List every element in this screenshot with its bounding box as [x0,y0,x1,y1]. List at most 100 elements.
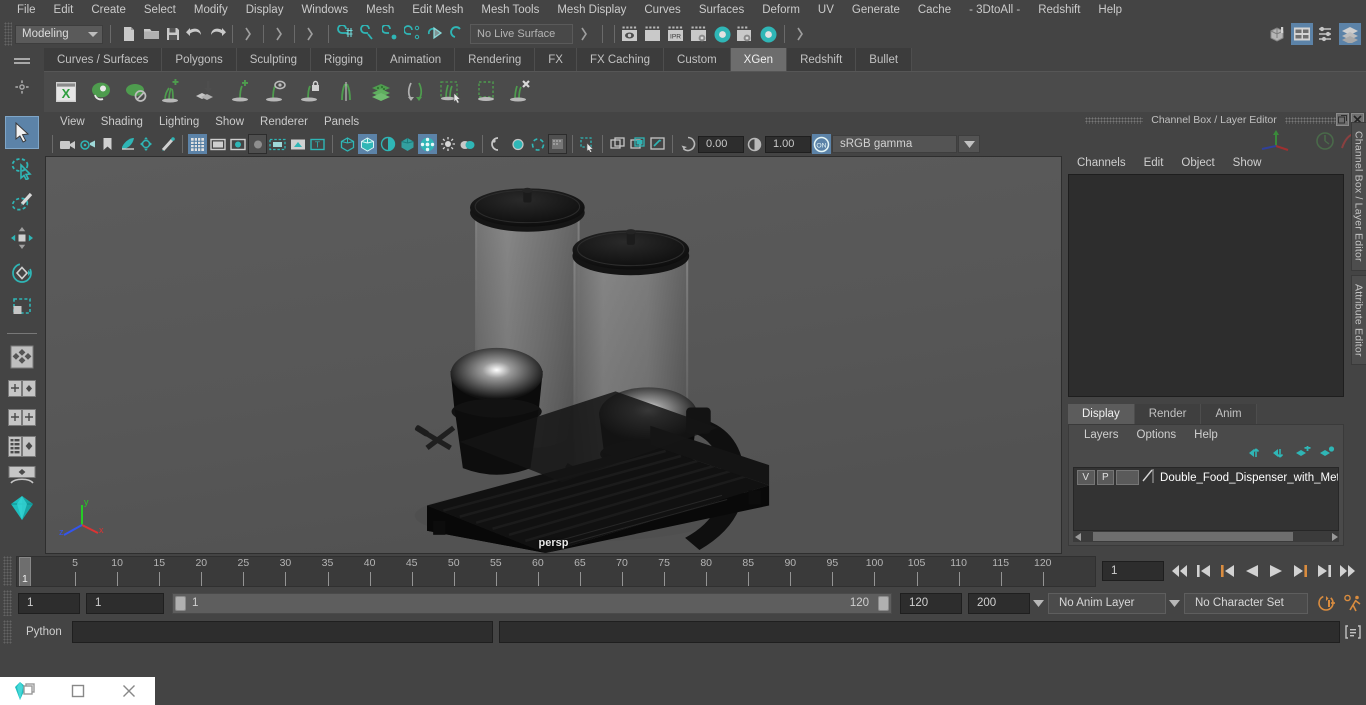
close-window-button[interactable] [103,677,155,705]
snap-to-curve-button[interactable] [358,23,380,45]
range-slider-bar[interactable]: 1 120 [172,592,892,614]
shelf-tab-xgen[interactable]: XGen [730,48,788,71]
speed-gauge-icon[interactable] [1314,130,1336,152]
xgen-editor-icon[interactable]: X [50,75,82,109]
menu-item-mesh-display[interactable]: Mesh Display [548,0,635,20]
anti-alias-button[interactable] [528,134,547,154]
select-object-icon[interactable] [268,23,290,45]
command-input-field[interactable] [71,621,493,643]
hypershade-button[interactable] [711,24,734,45]
gate-mask-button[interactable] [248,134,267,154]
script-language-label[interactable]: Python [12,626,72,638]
menu-item-uv[interactable]: UV [809,0,843,20]
menu-item-surfaces[interactable]: Surfaces [690,0,753,20]
shelf-tab-polygons[interactable]: Polygons [162,48,237,71]
exposure-field[interactable]: 0.00 [698,135,744,153]
textured-display-button[interactable] [418,134,437,154]
viewport-menu-shading[interactable]: Shading [93,112,151,132]
xgen-layers-icon[interactable] [365,75,397,109]
playback-end-time-field[interactable]: 120 [900,592,962,614]
animation-end-time-field[interactable]: 200 [968,592,1030,614]
menu-item-windows[interactable]: Windows [292,0,357,20]
grease-pencil-icon[interactable] [158,134,177,154]
viewport-menu-lighting[interactable]: Lighting [151,112,207,132]
menu-item-curves[interactable]: Curves [635,0,689,20]
menu-item-select[interactable]: Select [135,0,185,20]
shelf-tab-sculpting[interactable]: Sculpting [236,48,312,71]
shelf-tab-rigging[interactable]: Rigging [311,48,378,71]
step-back-frame-button[interactable] [1218,561,1238,581]
snap-to-projected-center-button[interactable] [402,23,424,45]
xgen-lock-guide-icon[interactable] [295,75,327,109]
panel-grip-dots-right[interactable] [1284,116,1343,124]
bookmark-icon[interactable] [98,134,117,154]
viewport-menu-renderer[interactable]: Renderer [252,112,316,132]
select-component-icon[interactable] [299,23,321,45]
capture-region-button[interactable] [648,134,667,154]
xgen-add-guide-icon[interactable] [225,75,257,109]
snap-to-view-planes-button[interactable] [424,23,446,45]
render-view-button[interactable] [734,24,757,45]
display-layer-list[interactable]: V P Double_Food_Dispenser_with_Metal_ [1073,467,1339,531]
anim-layer-field[interactable]: No Anim Layer [1048,592,1166,614]
compare-snapshot-button[interactable] [628,134,647,154]
menu-item-file[interactable]: File [8,0,45,20]
gamma-icon[interactable] [745,134,764,154]
step-back-key-button[interactable] [1194,561,1214,581]
current-frame-field[interactable]: 1 [1102,561,1164,581]
shelf-tab-fx-caching[interactable]: FX Caching [576,48,665,71]
color-space-field[interactable]: sRGB gamma [832,135,957,153]
use-all-lights-button[interactable] [438,134,457,154]
xgen-guide-preview-icon[interactable] [260,75,292,109]
menu-item-create[interactable]: Create [82,0,135,20]
paint-select-tool-button[interactable] [5,186,39,219]
shelf-options-gear-icon[interactable] [15,80,29,99]
resolution-gate-button[interactable] [228,134,247,154]
script-editor-button[interactable] [1340,621,1366,643]
layer-playback-toggle[interactable]: P [1096,470,1115,485]
xgen-preview-eye-icon[interactable] [85,75,117,109]
auto-keyframe-toggle-icon[interactable] [1314,592,1340,614]
status-expand-icon[interactable] [789,23,811,45]
menu-item-deform[interactable]: Deform [753,0,809,20]
play-backwards-button[interactable] [1242,561,1262,581]
layer-tab-render[interactable]: Render [1134,404,1202,424]
depth-of-field-button[interactable] [548,134,567,154]
command-output-field[interactable] [498,621,1340,643]
menu-item-help[interactable]: Help [1089,0,1131,20]
redo-button[interactable] [206,23,228,45]
menu-item-cache[interactable]: Cache [909,0,960,20]
move-layer-down-icon[interactable] [1271,446,1287,464]
view-transform-icon[interactable] [678,134,697,154]
snap-to-point-button[interactable] [380,23,402,45]
film-gate-button[interactable] [208,134,227,154]
range-left-handle[interactable] [175,595,186,611]
isolate-select-button[interactable] [578,134,597,154]
menu-item-modify[interactable]: Modify [185,0,237,20]
save-scene-button[interactable] [162,23,184,45]
animation-start-time-field[interactable]: 1 [18,592,80,614]
move-layer-up-icon[interactable] [1247,446,1263,464]
xgen-add-clump-icon[interactable] [155,75,187,109]
scroll-right-arrow-icon[interactable] [1329,532,1339,542]
viewport-menu-show[interactable]: Show [207,112,252,132]
layer-visibility-toggle[interactable]: V [1077,470,1095,485]
render-current-frame-button[interactable] [619,24,642,45]
menuset-selector[interactable]: Modeling [15,24,103,44]
manipulator-axis-icon[interactable] [1254,128,1314,152]
select-hierarchy-icon[interactable] [237,23,259,45]
channel-menu-object[interactable]: Object [1172,157,1223,169]
xgen-primitive-icon[interactable] [120,75,152,109]
menu-item-edit[interactable]: Edit [45,0,83,20]
scroll-left-arrow-icon[interactable] [1073,532,1083,542]
xgen-delete-guide-icon[interactable] [505,75,537,109]
snap-to-grid-button[interactable] [336,23,358,45]
new-scene-button[interactable] [118,23,140,45]
current-time-indicator[interactable]: 1 [19,556,31,586]
two-pane-layout-button[interactable] [5,404,39,430]
layer-row[interactable]: V P Double_Food_Dispenser_with_Metal_ [1074,468,1338,487]
shelf-tab-custom[interactable]: Custom [664,48,731,71]
smooth-shade-all-button[interactable] [358,134,377,154]
persp-viewport[interactable]: y x z persp [45,156,1062,554]
viewport-menu-view[interactable]: View [52,112,93,132]
